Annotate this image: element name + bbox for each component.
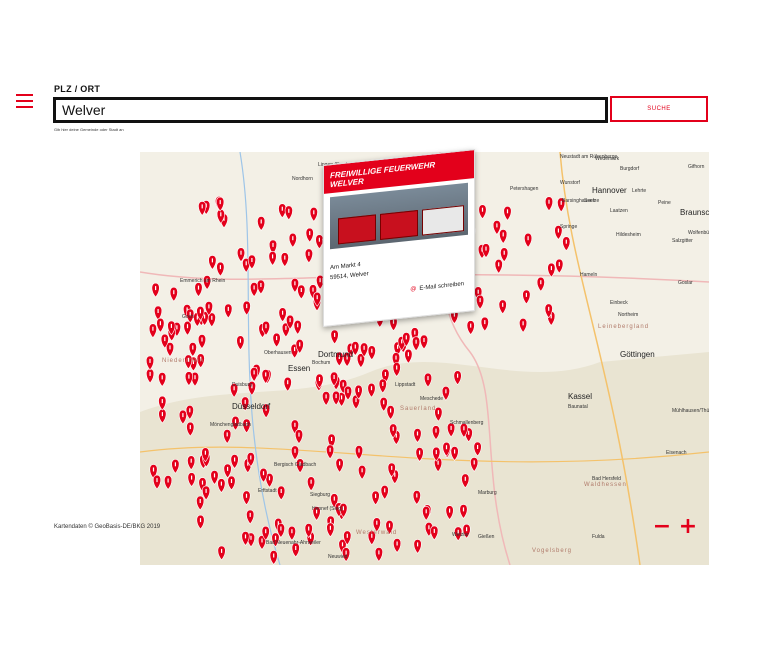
map-place-label: Niederrhein bbox=[162, 358, 205, 364]
map-place-label: Goch bbox=[182, 314, 194, 320]
map-place-label: Laatzen bbox=[610, 208, 628, 214]
map-place-label: Dortmund bbox=[318, 350, 354, 359]
map-place-label: Waldhessen bbox=[584, 482, 627, 488]
map-place-label: Burgdorf bbox=[620, 166, 640, 172]
fire-truck-image bbox=[380, 210, 418, 241]
map-place-label: Marburg bbox=[478, 490, 497, 496]
map-place-label: Siegburg bbox=[310, 492, 331, 498]
search-input[interactable] bbox=[53, 97, 608, 123]
map-place-label: Northeim bbox=[618, 312, 639, 318]
map-place-label: Neuwied bbox=[328, 554, 348, 560]
map-place-label: Salzgitter bbox=[672, 238, 693, 244]
map-place-label: Schmallenberg bbox=[450, 420, 484, 426]
map-place-label: Hennef (Sieg) bbox=[312, 506, 343, 512]
map-place-label: Mönchengladbach bbox=[210, 422, 251, 428]
map-place-label: Gifhorn bbox=[688, 164, 705, 170]
map-place-label: Leinebergland bbox=[598, 324, 650, 330]
map-place-label: Peine bbox=[658, 200, 671, 206]
search-hint: Gib hier deine Gemeinde oder Stadt an bbox=[54, 127, 124, 132]
map-place-label: Duisburg bbox=[232, 382, 253, 388]
map-place-label: Vogelsberg bbox=[532, 548, 573, 554]
map-place-label: Baunatal bbox=[568, 404, 588, 410]
station-popup: FREIWILLIGE FEUERWEHR WELVER Am Markt 4 … bbox=[323, 149, 475, 327]
map-place-label: Goslar bbox=[678, 280, 693, 286]
map-attribution: Kartendaten © GeoBasis-DE/BKG 2019 bbox=[54, 524, 161, 530]
menu-icon[interactable] bbox=[16, 94, 33, 108]
map-place-label: Westerwald bbox=[356, 530, 398, 536]
map-place-label: Düsseldorf bbox=[232, 402, 271, 411]
fire-truck-image bbox=[338, 214, 376, 245]
zoom-in-button[interactable]: + bbox=[678, 514, 698, 539]
map-place-label: Hildesheim bbox=[616, 232, 641, 238]
email-label: E-Mail schreiben bbox=[419, 281, 464, 292]
popup-address: Am Markt 4 59514, Welver bbox=[330, 249, 468, 284]
map-place-label: Wunstorf bbox=[560, 180, 580, 186]
map-place-label: Einbeck bbox=[610, 300, 628, 306]
map-place-label: Mühlhausen/Thür. bbox=[672, 408, 709, 414]
map-place-label: Hannover bbox=[592, 186, 627, 195]
map-place-label: Wolfenbüttel bbox=[688, 230, 709, 236]
map-place-label: Erftstadt bbox=[258, 488, 277, 494]
search-button[interactable]: SUCHE bbox=[610, 96, 708, 122]
map-place-label: Kassel bbox=[568, 392, 593, 401]
map-place-label: Sauerland bbox=[400, 406, 437, 412]
map-place-label: Springe bbox=[560, 224, 578, 230]
map-place-label: Hameln bbox=[580, 272, 598, 278]
map-place-label: Bergisch Gladbach bbox=[274, 462, 317, 468]
map-place-label: Meschede bbox=[420, 396, 444, 402]
map-place-label: Petershagen bbox=[510, 186, 539, 192]
zoom-out-button[interactable]: − bbox=[652, 514, 672, 539]
map-place-label: Lippstadt bbox=[395, 382, 416, 388]
map-place-label: Göttingen bbox=[620, 350, 655, 359]
email-link[interactable]: @ E-Mail schreiben bbox=[410, 281, 464, 293]
map-place-label: Bad Neuenahr-Ahrweiler bbox=[266, 540, 321, 546]
map-place-label: Wetzlar bbox=[452, 532, 469, 538]
mail-icon: @ bbox=[410, 286, 417, 293]
map-place-label: Eisenach bbox=[666, 450, 687, 456]
map-place-label: Wedemark bbox=[595, 156, 620, 162]
station-photo bbox=[330, 182, 468, 250]
map-place-label: Oberhausen bbox=[264, 350, 292, 356]
map-place-label: Bochum bbox=[312, 360, 331, 366]
map-place-label: Emmerich am Rhein bbox=[180, 278, 226, 284]
map-place-label: Lehrte bbox=[632, 188, 647, 194]
map-place-label: Braunschweig bbox=[680, 208, 709, 217]
map-place-label: Gießen bbox=[478, 534, 495, 540]
map-place-label: Nordhorn bbox=[292, 176, 313, 182]
search-field-label: PLZ / ORT bbox=[54, 84, 101, 94]
map-place-label: Fulda bbox=[592, 534, 605, 540]
map-place-label: Essen bbox=[288, 364, 311, 373]
fire-truck-image bbox=[422, 205, 464, 236]
map-place-label: Seelze bbox=[584, 198, 600, 204]
